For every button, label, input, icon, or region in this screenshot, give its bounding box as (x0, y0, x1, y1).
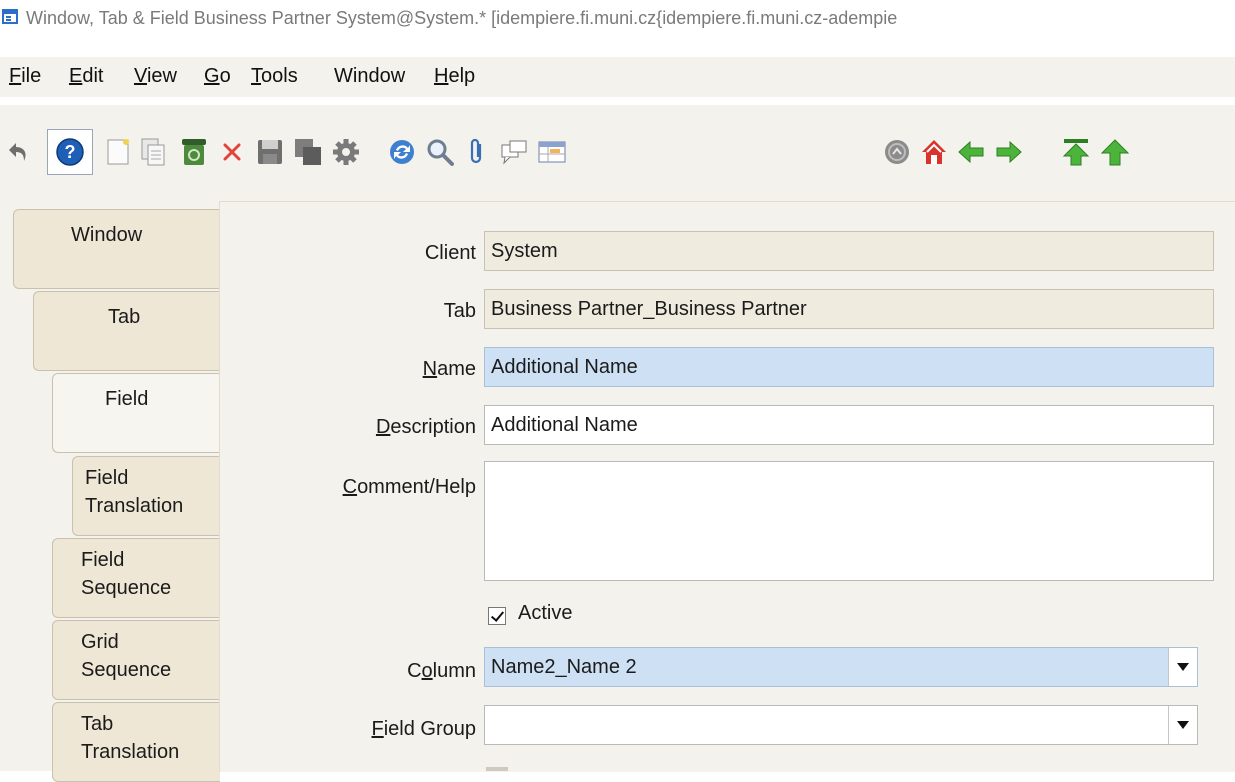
field-group-label: Field Group (371, 718, 477, 740)
menu-window[interactable]: Window (334, 65, 405, 88)
window-title: Window, Tab & Field Business Partner Sys… (26, 8, 898, 28)
chevron-down-icon[interactable] (1168, 706, 1197, 744)
tab-window-label: Window (71, 224, 143, 246)
menu-help[interactable]: Help (434, 65, 475, 88)
client-label: Client (424, 242, 476, 264)
new-record-icon[interactable] (100, 134, 136, 170)
tab-field-translation-line2: Translation (85, 495, 184, 517)
help-icon[interactable]: ? (47, 129, 93, 175)
menu-go[interactable]: Go (204, 65, 231, 88)
tab-window[interactable]: Window (13, 209, 220, 289)
tab-tab[interactable]: Tab (33, 291, 220, 371)
title-bar: Window, Tab & Field Business Partner Sys… (0, 0, 1235, 40)
comment-help-label: Comment/Help (342, 476, 476, 498)
comment-help-textarea[interactable] (484, 461, 1214, 581)
history-icon[interactable] (879, 134, 915, 170)
tab-field-sequence[interactable]: Field Sequence (52, 538, 220, 618)
window-app-icon (2, 9, 18, 24)
active-checkbox[interactable] (488, 607, 506, 625)
tab-grid-sequence-line2: Sequence (81, 659, 172, 681)
tab-label: Tab (443, 300, 476, 322)
tab-field-translation-line1: Field (85, 467, 129, 489)
column-label: Column (407, 660, 476, 682)
tab-field-sequence-line1: Field (81, 549, 125, 571)
tab-field-value[interactable]: Business Partner_Business Partner (484, 289, 1214, 329)
tab-tab-translation[interactable]: Tab Translation (52, 702, 220, 782)
menu-view[interactable]: View (134, 65, 177, 88)
home-icon[interactable] (916, 134, 952, 170)
save-and-create-icon[interactable] (290, 134, 326, 170)
parent-record-icon[interactable] (1097, 134, 1133, 170)
delete-icon[interactable] (176, 134, 212, 170)
attachment-icon[interactable] (459, 134, 495, 170)
next-checkbox-partial[interactable] (486, 767, 508, 771)
tab-tab-label: Tab (108, 306, 141, 328)
tab-tab-translation-line2: Translation (81, 741, 180, 763)
content-area: Window Tab Field Field Translation Field… (0, 197, 1235, 782)
grid-toggle-icon[interactable] (534, 134, 570, 170)
tab-tab-translation-line1: Tab (81, 713, 114, 735)
menu-bar: File Edit View Go Tools Window Help (0, 57, 1235, 97)
active-label: Active (518, 602, 573, 624)
client-field[interactable]: System (484, 231, 1214, 271)
tab-field-label: Field (105, 388, 149, 410)
first-record-icon[interactable] (1058, 134, 1094, 170)
tab-grid-sequence-line1: Grid (81, 631, 119, 653)
field-group-select[interactable] (484, 705, 1198, 745)
previous-icon[interactable] (953, 134, 989, 170)
next-icon[interactable] (991, 134, 1027, 170)
description-label: Description (375, 416, 476, 438)
find-icon[interactable] (422, 134, 458, 170)
description-input[interactable]: Additional Name (484, 405, 1214, 445)
column-select-value: Name2_Name 2 (491, 656, 637, 678)
svg-text:?: ? (65, 142, 76, 162)
column-select[interactable]: Name2_Name 2 (484, 647, 1198, 687)
name-input[interactable]: Additional Name (484, 347, 1214, 387)
tab-grid-sequence[interactable]: Grid Sequence (52, 620, 220, 700)
tab-field-sequence-line2: Sequence (81, 577, 172, 599)
menu-file[interactable]: File (9, 65, 41, 88)
chat-icon[interactable] (496, 134, 532, 170)
menu-tools[interactable]: Tools (251, 65, 298, 88)
save-icon[interactable] (252, 134, 288, 170)
tab-field-translation[interactable]: Field Translation (72, 456, 220, 536)
name-label: Name (422, 358, 476, 380)
tab-field[interactable]: Field (52, 373, 220, 453)
copy-record-icon[interactable] (135, 134, 171, 170)
menu-edit[interactable]: Edit (69, 65, 103, 88)
chevron-down-icon[interactable] (1168, 648, 1197, 686)
toolbar: ? (0, 105, 1235, 197)
process-icon[interactable] (328, 134, 364, 170)
delete-selection-icon[interactable] (214, 134, 250, 170)
undo-icon[interactable] (1, 134, 37, 170)
refresh-icon[interactable] (384, 134, 420, 170)
